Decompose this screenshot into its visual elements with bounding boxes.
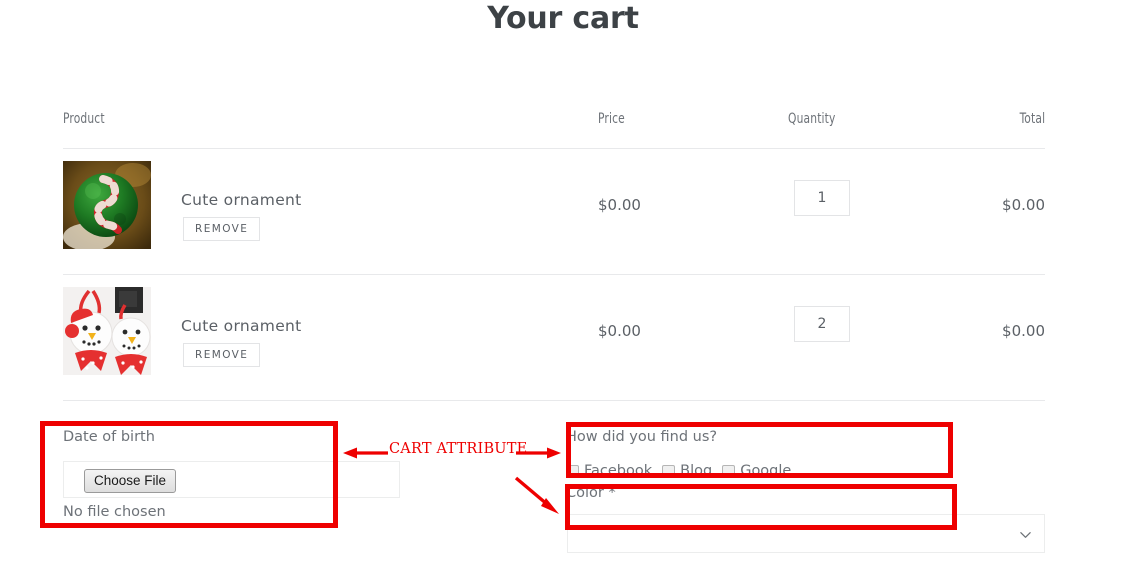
product-name[interactable]: Cute ornament <box>181 317 302 335</box>
remove-button[interactable]: REMOVE <box>183 217 261 241</box>
chevron-down-icon <box>1020 532 1031 538</box>
checkbox-label-google: Google <box>740 463 792 479</box>
checkbox-label-blog: Blog <box>680 463 713 479</box>
column-header-quantity: Quantity <box>788 111 836 127</box>
date-of-birth-file-input[interactable]: Choose File <box>63 461 400 498</box>
color-select[interactable] <box>567 514 1045 553</box>
quantity-input[interactable] <box>794 180 850 216</box>
checkbox-item-google[interactable]: Google <box>722 463 791 479</box>
checkbox-item-blog[interactable]: Blog <box>662 463 712 479</box>
product-price: $0.00 <box>598 322 641 340</box>
how-did-you-find-us-options: Facebook Blog Google <box>566 463 801 479</box>
quantity-input[interactable] <box>794 306 850 342</box>
how-did-you-find-us-label: How did you find us? <box>566 429 718 445</box>
color-label: Color * <box>566 485 616 501</box>
annotation-arrow-diagonal <box>514 476 559 514</box>
column-header-total: Total <box>1019 111 1045 127</box>
checkbox-facebook[interactable] <box>566 464 579 478</box>
column-header-product: Product <box>63 111 105 127</box>
cart-table: Product Price Quantity Total Cute orname… <box>63 103 1045 401</box>
product-name[interactable]: Cute ornament <box>181 191 302 209</box>
annotation-caption: CART ATTRIBUTE <box>389 441 528 457</box>
checkbox-blog[interactable] <box>662 464 676 478</box>
page-title: Your cart <box>487 1 639 36</box>
checkbox-label-facebook: Facebook <box>584 463 653 479</box>
checkbox-google[interactable] <box>722 464 736 478</box>
product-thumbnail[interactable] <box>63 161 151 249</box>
annotation-arrow-right <box>516 447 561 459</box>
column-header-price: Price <box>598 111 625 127</box>
choose-file-button[interactable]: Choose File <box>84 469 177 493</box>
product-price: $0.00 <box>598 196 641 214</box>
product-thumbnail[interactable] <box>63 287 151 375</box>
no-file-chosen-text: No file chosen <box>63 504 166 520</box>
product-total: $0.00 <box>1002 322 1045 340</box>
remove-button[interactable]: REMOVE <box>183 343 261 367</box>
table-row: Cute ornament REMOVE $0.00 $0.00 <box>63 275 1045 401</box>
product-total: $0.00 <box>1002 196 1045 214</box>
cart-table-header: Product Price Quantity Total <box>63 103 1045 149</box>
checkbox-item-facebook[interactable]: Facebook <box>566 463 652 479</box>
date-of-birth-label: Date of birth <box>63 429 155 445</box>
table-row: Cute ornament REMOVE $0.00 $0.00 <box>63 149 1045 275</box>
